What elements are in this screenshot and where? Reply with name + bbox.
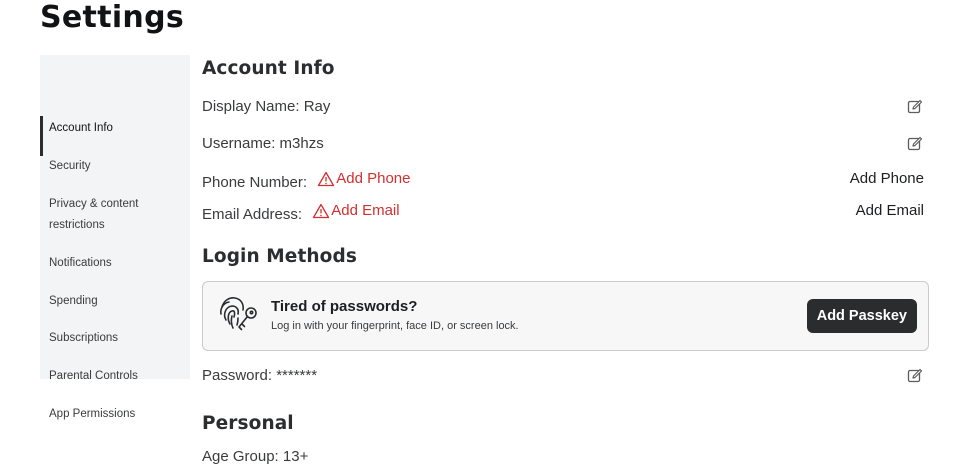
sidebar-item-privacy[interactable]: Privacy & content restrictions	[40, 194, 190, 236]
display-name-value: Display Name: Ray	[202, 98, 331, 115]
sidebar-item-label: Parental Controls	[49, 370, 138, 382]
email-warning-text: Add Email	[331, 202, 400, 219]
age-group-value: Age Group: 13+	[202, 448, 309, 465]
email-label: Email Address:	[202, 206, 303, 223]
edit-icon[interactable]	[907, 368, 923, 384]
age-group-row: Age Group: 13+	[202, 446, 929, 468]
edit-icon[interactable]	[907, 99, 923, 115]
password-value: Password: *******	[202, 367, 318, 384]
display-name-row: Display Name: Ray	[202, 96, 929, 118]
sidebar-item-app-permissions[interactable]: App Permissions	[40, 404, 190, 425]
fingerprint-key-icon	[220, 297, 257, 331]
section-title-login-methods: Login Methods	[202, 246, 357, 267]
username-row: Username: m3hzs	[202, 133, 929, 155]
phone-row: Phone Number: Add Phone Add Phone	[202, 168, 929, 191]
section-title-personal: Personal	[202, 413, 294, 434]
sidebar-item-label: Account Info	[49, 122, 113, 134]
passkey-card: Tired of passwords? Log in with your fin…	[202, 281, 929, 351]
passkey-title: Tired of passwords?	[271, 298, 418, 315]
sidebar-item-label: Spending	[49, 295, 98, 307]
sidebar-item-parental-controls[interactable]: Parental Controls	[40, 366, 190, 387]
settings-content: Account Info Display Name: Ray Username:…	[202, 0, 929, 465]
username-value: Username: m3hzs	[202, 135, 324, 152]
edit-icon[interactable]	[907, 136, 923, 152]
sidebar-item-label: App Permissions	[49, 408, 136, 420]
email-row: Email Address: Add Email Add Email	[202, 200, 929, 223]
section-title-account-info: Account Info	[202, 58, 335, 79]
sidebar-item-label: Privacy & content	[49, 198, 139, 210]
page-title: Settings	[40, 0, 185, 35]
sidebar-item-label: Security	[49, 160, 91, 172]
phone-warning: Add Phone	[317, 168, 410, 190]
warning-icon	[313, 203, 330, 219]
sidebar-item-account-info[interactable]: Account Info	[40, 116, 190, 156]
settings-sidebar: Account Info Security Privacy & content …	[40, 55, 190, 420]
sidebar-item-security[interactable]: Security	[40, 156, 190, 177]
add-phone-button[interactable]: Add Phone	[850, 168, 924, 190]
warning-icon	[318, 171, 335, 187]
add-email-button[interactable]: Add Email	[856, 200, 924, 222]
sidebar-item-label: Notifications	[49, 257, 112, 269]
sidebar-item-label-line2: restrictions	[49, 219, 105, 231]
add-passkey-button[interactable]: Add Passkey	[806, 299, 917, 333]
passkey-subtitle: Log in with your fingerprint, face ID, o…	[271, 320, 519, 332]
sidebar-item-notifications[interactable]: Notifications	[40, 253, 190, 274]
sidebar-item-label: Subscriptions	[49, 332, 119, 344]
sidebar-item-subscriptions[interactable]: Subscriptions	[40, 328, 190, 349]
sidebar-item-spending[interactable]: Spending	[40, 291, 190, 312]
password-row: Password: *******	[202, 365, 929, 387]
phone-label: Phone Number:	[202, 174, 308, 191]
email-warning: Add Email	[312, 200, 400, 222]
phone-warning-text: Add Phone	[336, 170, 411, 187]
